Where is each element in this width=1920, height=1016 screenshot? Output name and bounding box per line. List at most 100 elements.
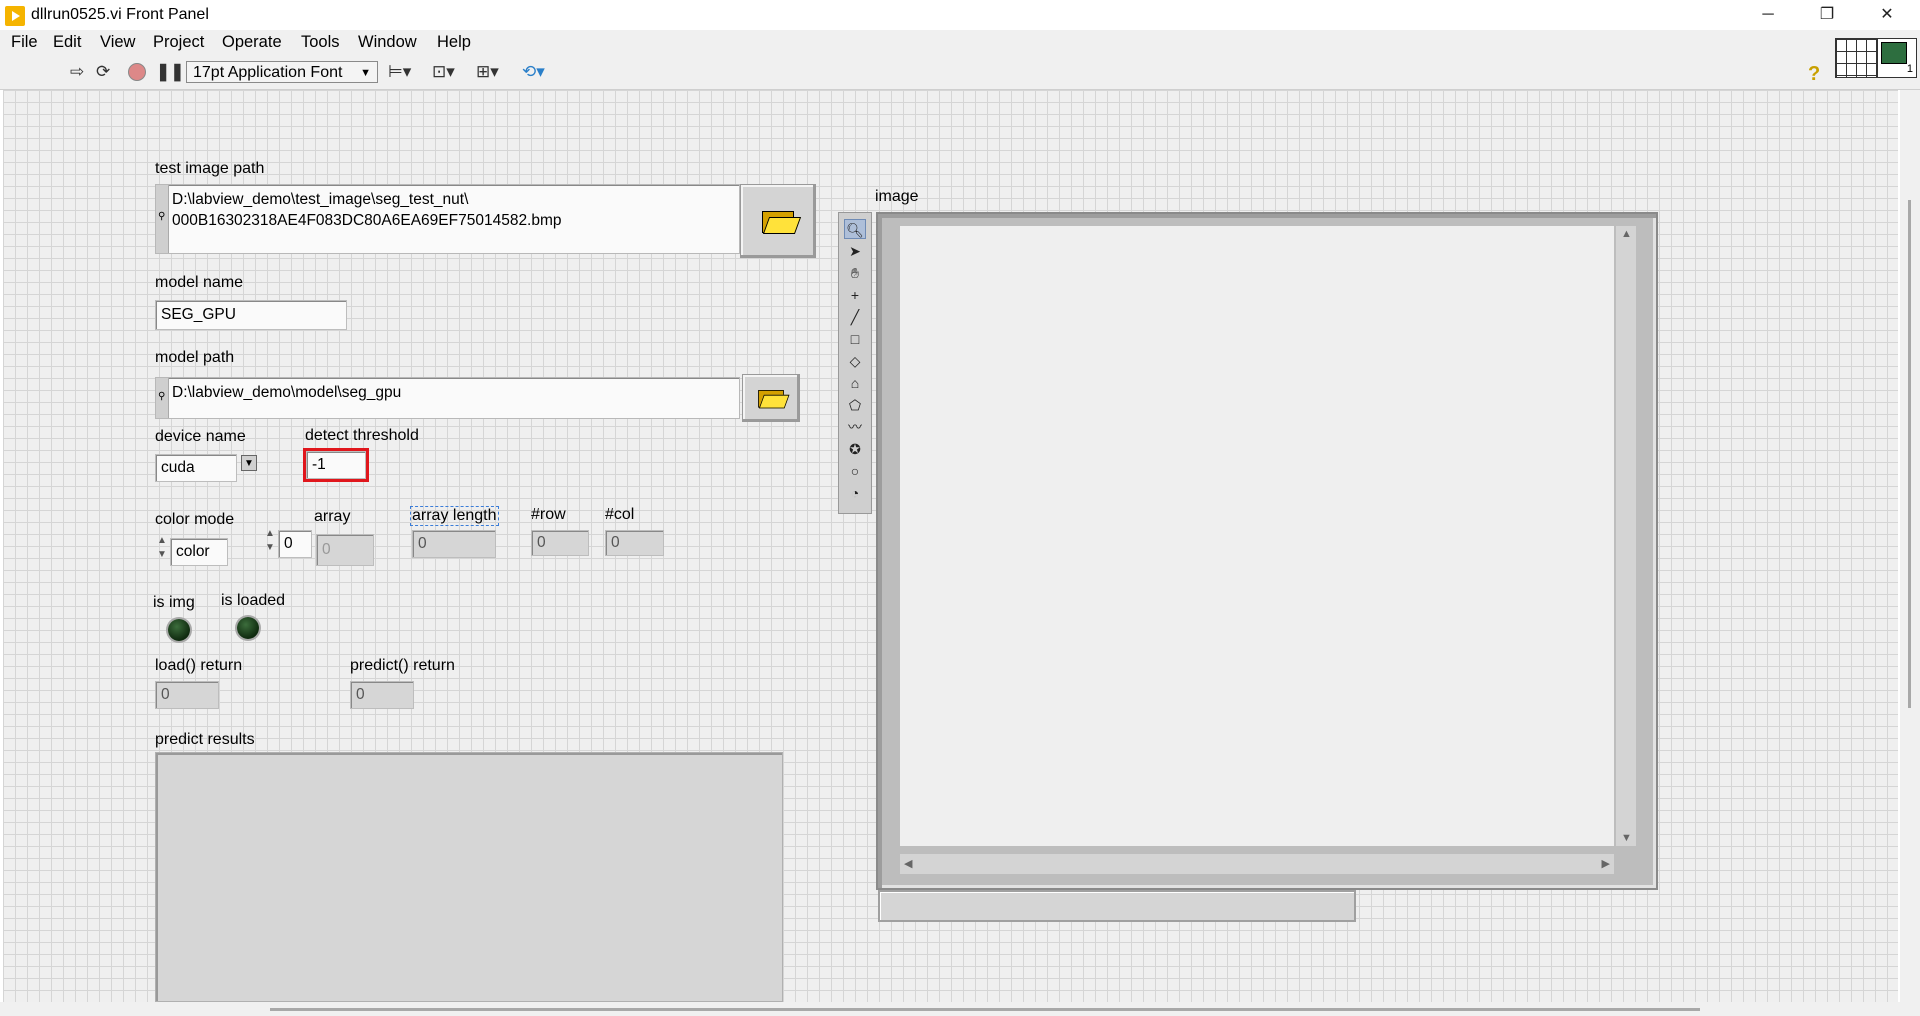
point-icon[interactable]: + [844,285,866,305]
restore-button[interactable]: ❐ [1804,0,1850,30]
panel-vertical-scrollbar[interactable] [1900,90,1920,1002]
toolbar: ⇨ ⟳ ❚❚ 17pt Application Font ▼ ⊨▾ ⊡▾ ⊞▾ ⟲… [0,55,1920,90]
vi-icon-number: 1 [1906,63,1913,75]
test-image-path-label: test image path [155,160,265,177]
model-path-value: D:\labview_demo\model\seg_gpu [172,384,402,401]
run-continuously-icon[interactable]: ⟳ [96,61,110,83]
minimize-button[interactable]: ─ [1745,0,1791,30]
is-img-led [168,619,190,641]
detect-threshold-highlight [303,448,369,482]
pause-button[interactable]: ❚❚ [156,61,185,83]
scroll-right-icon[interactable]: ▶ [1602,857,1610,870]
path-grip: ⚲ [156,378,169,418]
array-length-indicator: 0 [412,530,496,558]
col-indicator: 0 [605,530,664,556]
polygon-icon[interactable]: ⬠ [844,395,866,415]
rectangle-icon[interactable]: □ [844,329,866,349]
align-objects-icon[interactable]: ⊨▾ [388,61,411,83]
dropdown-arrow-icon: ▼ [360,67,371,79]
pointer-icon[interactable]: ➤ [844,241,866,261]
row-indicator: 0 [531,530,589,556]
distribute-objects-icon[interactable]: ⊡▾ [432,61,455,83]
scroll-down-icon[interactable]: ▼ [1621,832,1632,844]
scroll-left-icon[interactable]: ◀ [904,857,912,870]
load-return-indicator: 0 [155,681,219,709]
array-index-field[interactable]: 0 [278,530,312,558]
line-icon[interactable]: ╱ [844,307,866,327]
window-title: dllrun0525.vi Front Panel [31,6,209,23]
menu-help[interactable]: Help [437,33,471,52]
image-label: image [875,188,919,205]
model-name-label: model name [155,274,244,291]
menu-view[interactable]: View [100,33,135,52]
array-label: array [314,508,351,525]
rotated-rectangle-icon[interactable]: ◇ [844,351,866,371]
font-selector[interactable]: 17pt Application Font ▼ [186,61,378,83]
array-element-field: 0 [316,534,374,566]
detect-threshold-label: detect threshold [305,427,419,444]
run-button[interactable]: ⇨ [70,61,84,83]
menu-bar: File Edit View Project Operate Tools Win… [0,30,1920,55]
scroll-up-icon[interactable]: ▲ [1621,228,1632,240]
menu-tools[interactable]: Tools [301,33,340,52]
folder-icon [757,388,790,409]
menu-window[interactable]: Window [358,33,417,52]
is-img-label: is img [153,594,195,611]
is-loaded-label: is loaded [221,592,286,609]
image-status-bar [878,890,1356,922]
color-mode-field[interactable]: color [170,538,228,566]
image-display: ▲ ▼ ◀ ▶ [876,212,1658,890]
menu-operate[interactable]: Operate [222,33,282,52]
predict-results-label: predict results [155,731,255,748]
model-path-field[interactable]: ⚲ D:\labview_demo\model\seg_gpu [155,377,740,419]
array-length-label[interactable]: array length [410,506,499,526]
annulus-arc-icon[interactable]: ◔ [844,483,866,503]
oval-icon[interactable]: ○ [844,461,866,481]
device-dropdown-icon[interactable]: ▼ [241,455,257,471]
menu-edit[interactable]: Edit [53,33,81,52]
freehand-icon[interactable]: 〰 [844,417,866,437]
broken-line-icon[interactable]: ✪ [844,439,866,459]
array-index-spinner-icon[interactable]: ▲ ▼ [264,527,276,557]
load-return-label: load() return [155,657,243,674]
test-image-path-value: D:\labview_demo\test_image\seg_test_nut\… [172,191,562,229]
menu-project[interactable]: Project [153,33,204,52]
labview-app-icon [5,6,25,26]
close-button[interactable]: ✕ [1864,0,1910,30]
annulus-icon[interactable]: ⌂ [844,373,866,393]
test-image-browse-button[interactable] [740,184,816,258]
vi-icon[interactable]: 1 [1877,38,1917,78]
menu-file[interactable]: File [11,33,38,52]
context-help-icon[interactable]: ? [1808,63,1820,86]
model-path-browse-button[interactable] [742,374,800,422]
title-bar: dllrun0525.vi Front Panel ─ ❐ ✕ [0,0,1920,30]
is-loaded-led [237,617,259,639]
image-canvas[interactable] [900,226,1614,846]
scrollbar-thumb[interactable] [1908,200,1911,708]
color-mode-label: color mode [155,511,235,528]
folder-icon [760,209,802,234]
model-name-field[interactable]: SEG_GPU [155,300,347,330]
zoom-icon[interactable]: 🔍︎ [844,219,866,239]
row-label: #row [531,506,566,523]
col-label: #col [605,506,635,523]
font-selector-label: 17pt Application Font [193,64,343,81]
image-tools-palette: 🔍︎ ➤ ✋︎ + ╱ □ ◇ ⌂ ⬠ 〰 ✪ ○ ◔ [838,212,872,514]
model-path-label: model path [155,349,235,366]
abort-execution-button[interactable] [128,63,146,81]
device-name-label: device name [155,428,246,445]
predict-results-box [155,752,783,1002]
predict-return-label: predict() return [350,657,455,674]
connector-pane[interactable] [1835,38,1877,78]
scrollbar-thumb[interactable] [270,1008,1700,1011]
image-horizontal-scrollbar[interactable]: ◀ ▶ [900,854,1614,874]
device-name-field[interactable]: cuda [155,454,237,482]
color-mode-spinner-icon[interactable]: ▲ ▼ [156,534,168,564]
resize-objects-icon[interactable]: ⊞▾ [476,61,499,83]
reorder-icon[interactable]: ⟲▾ [522,61,545,83]
test-image-path-field[interactable]: ⚲ D:\labview_demo\test_image\seg_test_nu… [155,184,740,254]
image-vertical-scrollbar[interactable]: ▲ ▼ [1616,226,1636,846]
pan-icon[interactable]: ✋︎ [844,263,866,283]
panel-horizontal-scrollbar[interactable] [0,1002,1920,1016]
predict-return-indicator: 0 [350,681,414,709]
